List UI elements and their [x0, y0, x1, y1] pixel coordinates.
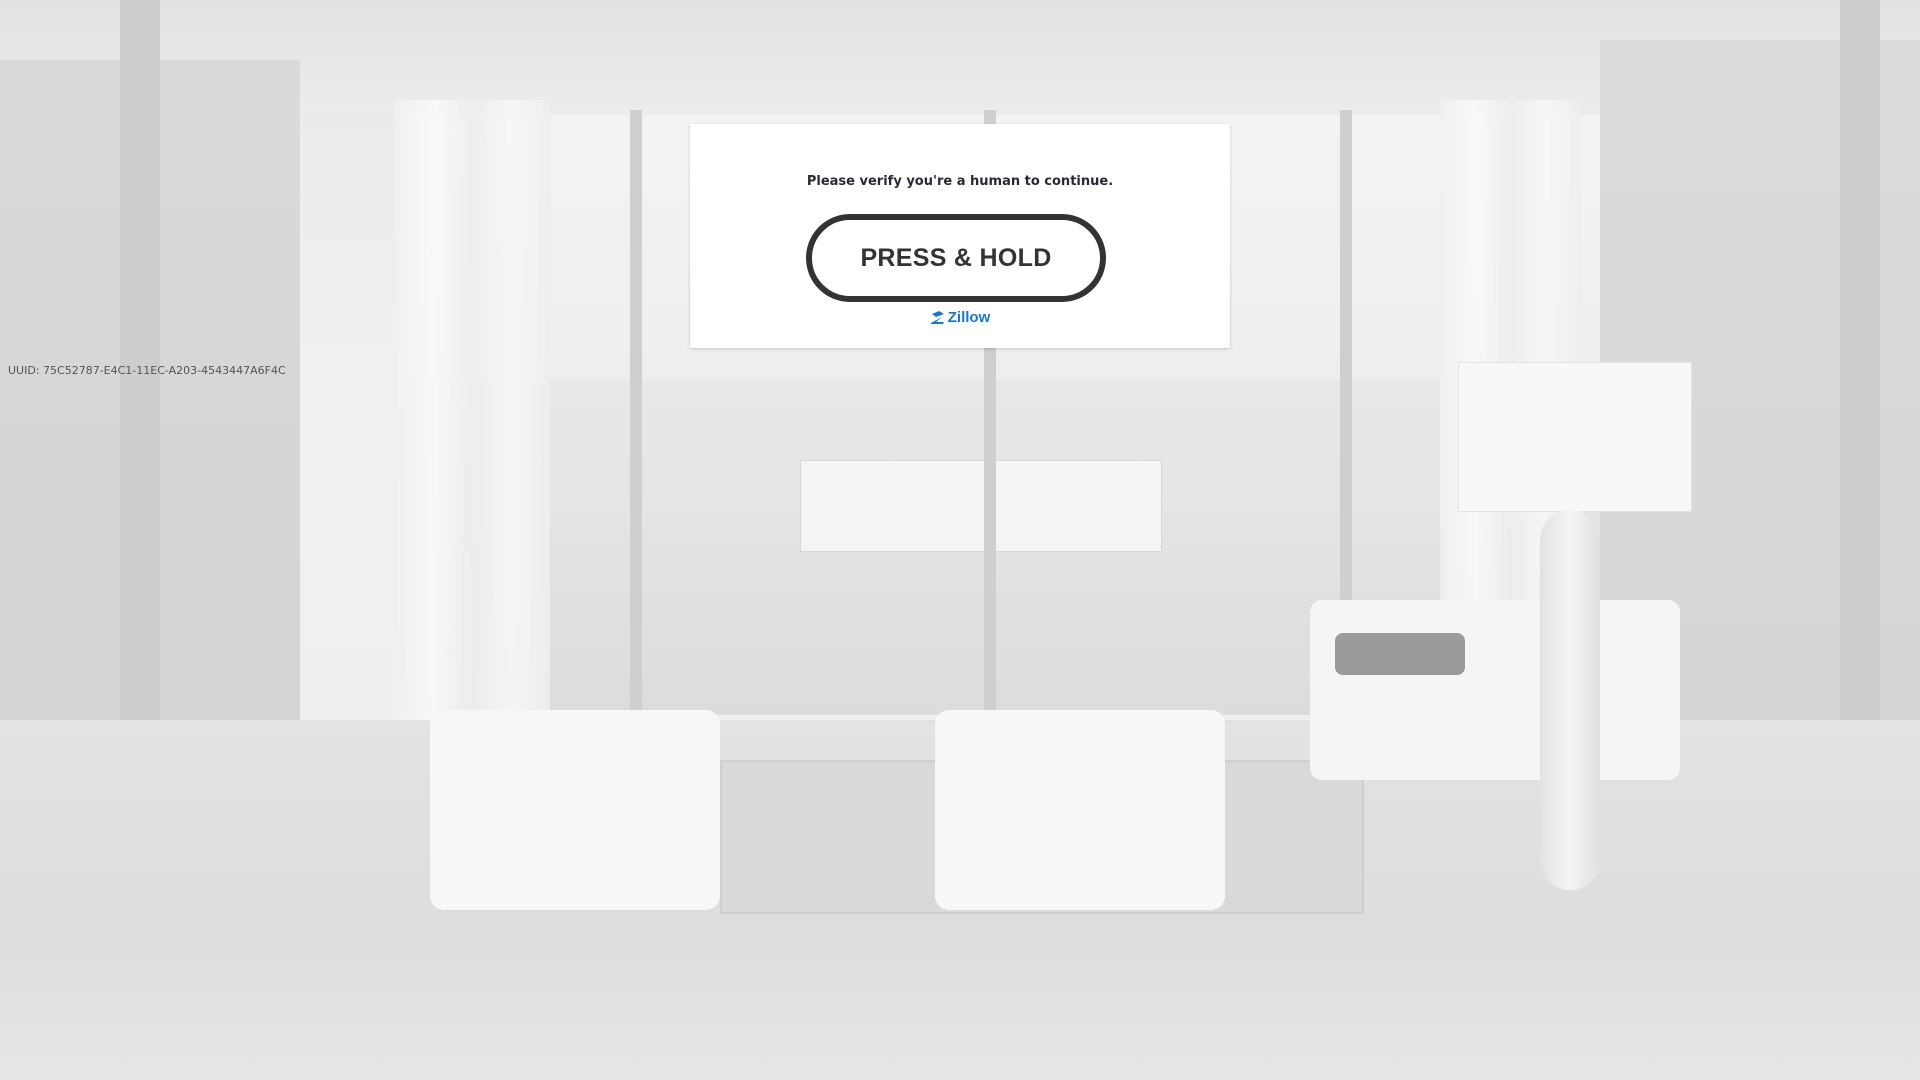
captcha-dialog: Please verify you're a human to continue… — [690, 124, 1230, 348]
verify-human-message: Please verify you're a human to continue… — [806, 174, 1114, 189]
bg-pillow — [1335, 633, 1465, 675]
bg-mullion — [630, 110, 642, 730]
zillow-logo-text: Zillow — [947, 309, 991, 326]
bg-chair — [935, 710, 1225, 910]
bg-lampshade — [1458, 362, 1692, 512]
bg-building — [800, 460, 1162, 552]
uuid-label: UUID: 75C52787-E4C1-11EC-A203-4543447A6F… — [8, 364, 286, 377]
zillow-logo: Zillow — [690, 309, 1230, 326]
bg-sofa — [1310, 600, 1680, 780]
page-stage: Please verify you're a human to continue… — [0, 0, 1920, 1080]
bg-curtain — [395, 100, 550, 730]
bg-lamp-body — [1540, 510, 1600, 890]
zillow-z-icon — [930, 310, 944, 324]
press-and-hold-button[interactable]: PRESS & HOLD — [806, 214, 1106, 302]
bg-chair — [430, 710, 720, 910]
